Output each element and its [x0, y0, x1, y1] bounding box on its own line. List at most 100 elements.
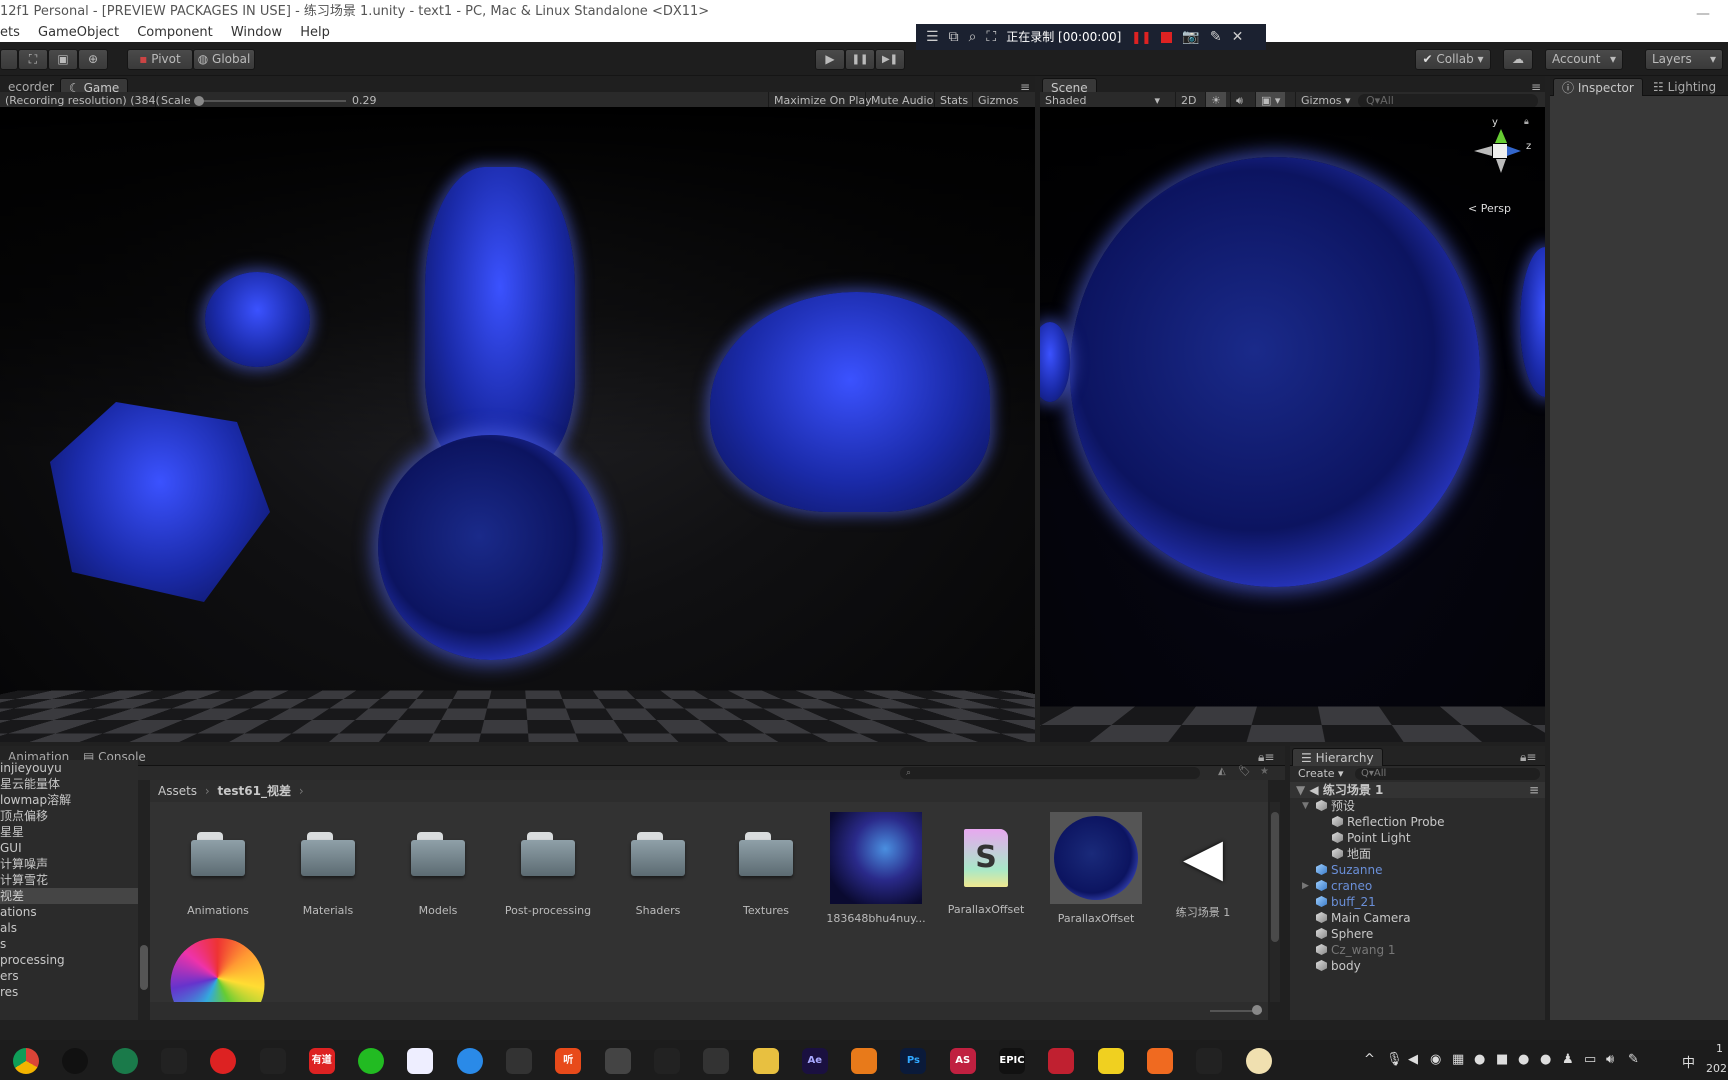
menu-assets[interactable]: ets: [0, 25, 20, 40]
project-tree-item[interactable]: als: [0, 920, 138, 936]
filter-type-icon[interactable]: ◭: [1218, 766, 1226, 777]
app-tray-icon[interactable]: ■: [1496, 1052, 1508, 1067]
camera-icon[interactable]: 📷: [1182, 24, 1199, 50]
taskbar-app-paw[interactable]: [160, 1048, 187, 1074]
network-icon[interactable]: ▭: [1584, 1052, 1596, 1067]
breadcrumb-assets[interactable]: Assets: [158, 784, 197, 798]
taskbar-app-netease-music[interactable]: [210, 1048, 237, 1074]
hierarchy-item[interactable]: body: [1316, 958, 1361, 974]
axis-y-cone[interactable]: [1495, 129, 1507, 143]
project-tree-item[interactable]: 视差: [0, 888, 138, 904]
taskbar-app-after-effects[interactable]: Ae: [801, 1048, 828, 1074]
unity-tray-icon[interactable]: ◀: [1408, 1052, 1418, 1067]
netease-tray-icon[interactable]: ◉: [1430, 1052, 1441, 1067]
project-search-input[interactable]: ⌕: [900, 767, 1200, 779]
expand-arrow-icon[interactable]: ▶: [1302, 878, 1309, 894]
taskbar-app-unreal[interactable]: [653, 1048, 680, 1074]
project-tree-item[interactable]: lowmap溶解: [0, 792, 138, 808]
asset-item[interactable]: ◀ 练习场景 1: [1153, 812, 1253, 920]
sphere-model-closeup[interactable]: [1070, 157, 1480, 587]
project-tree-item[interactable]: 顶点偏移: [0, 808, 138, 824]
tab-inspector[interactable]: ⓘ Inspector: [1553, 78, 1643, 96]
minimize-button[interactable]: —: [1696, 2, 1710, 26]
project-tree-item[interactable]: processing: [0, 952, 138, 968]
taskbar-app-explorer[interactable]: [752, 1048, 779, 1074]
project-tree-item[interactable]: injieyouyu: [0, 760, 138, 776]
taskbar-app-tool[interactable]: [703, 1048, 730, 1074]
taskbar-app-qq[interactable]: [259, 1048, 286, 1074]
taskbar-app-youdao[interactable]: 有道: [308, 1048, 335, 1074]
axis-x-cone[interactable]: [1474, 146, 1492, 156]
lock-icon[interactable]: 🔒︎: [1524, 117, 1529, 127]
taskbar-app-avatar[interactable]: [1245, 1048, 1272, 1074]
game-viewport[interactable]: [0, 107, 1035, 742]
scale-tool-button[interactable]: ⛶: [18, 49, 48, 70]
project-tree-item[interactable]: ers: [0, 968, 138, 984]
suzanne-model[interactable]: [205, 272, 310, 367]
asset-item[interactable]: Shaders: [608, 812, 708, 917]
asset-item[interactable]: S ParallaxOffset: [936, 812, 1036, 916]
skull-model[interactable]: [710, 292, 990, 512]
tab-lighting[interactable]: ☷ Lighting: [1645, 78, 1724, 96]
hierarchy-item[interactable]: Reflection Probe: [1332, 814, 1445, 830]
pause-icon[interactable]: ❚❚: [1131, 24, 1151, 50]
taskbar-app-ting[interactable]: 听: [555, 1048, 582, 1074]
taskbar-app-epic-games[interactable]: EPIC: [999, 1048, 1025, 1074]
ime-indicator[interactable]: 中: [1682, 1052, 1695, 1071]
taskbar-app-player[interactable]: [111, 1048, 138, 1074]
wechat-tray-icon[interactable]: ●: [1474, 1052, 1485, 1067]
expand-arrow-icon[interactable]: ▼: [1296, 783, 1305, 797]
hierarchy-item[interactable]: Cz_wang 1: [1316, 942, 1396, 958]
menu-window[interactable]: Window: [231, 25, 282, 40]
project-tree-item[interactable]: s: [0, 936, 138, 952]
window-icon[interactable]: ⧉: [949, 24, 959, 50]
hierarchy-search-input[interactable]: Q▾All: [1355, 768, 1540, 780]
taskbar-app-wechat[interactable]: [358, 1048, 385, 1074]
layers-dropdown[interactable]: Layers ▾: [1645, 49, 1723, 70]
pen-tray-icon[interactable]: ✎: [1628, 1052, 1639, 1067]
taskbar-app-player[interactable]: [1097, 1048, 1124, 1074]
zoom-slider-handle[interactable]: [1252, 1005, 1262, 1015]
pen-icon[interactable]: ✎: [1210, 24, 1222, 50]
asset-item[interactable]: Materials: [278, 812, 378, 917]
taskbar-app-blender[interactable]: [851, 1048, 878, 1074]
blue-tray-icon[interactable]: ●: [1540, 1052, 1551, 1067]
favorite-icon[interactable]: ★: [1260, 766, 1269, 777]
axis-z-cone[interactable]: [1507, 146, 1521, 156]
scene-gizmo[interactable]: y z 🔒︎: [1460, 117, 1540, 197]
taskbar-app-baidu-netdisk[interactable]: [407, 1048, 434, 1074]
clock-time[interactable]: 1: [1716, 1042, 1723, 1055]
region-icon[interactable]: ⌕: [969, 24, 977, 50]
taskbar-app-drop[interactable]: [604, 1048, 631, 1074]
rect-tool-button[interactable]: ▣: [48, 49, 78, 70]
collab-button[interactable]: ✔ Collab ▾: [1415, 49, 1491, 70]
menu-icon[interactable]: ☰: [926, 24, 939, 50]
create-dropdown[interactable]: Create ▾: [1298, 767, 1344, 780]
panel-menu-icon[interactable]: 🔒︎≡: [1512, 748, 1544, 766]
tree-scroll-thumb[interactable]: [140, 945, 148, 990]
volume-icon[interactable]: 🔊︎: [1606, 1052, 1614, 1067]
sphere-model[interactable]: [378, 435, 603, 660]
play-button[interactable]: ▶: [815, 49, 845, 70]
breadcrumb-folder[interactable]: test61_视差: [218, 784, 291, 798]
project-tree-item[interactable]: 计算噪声: [0, 856, 138, 872]
step-button[interactable]: ▶❚: [875, 49, 905, 70]
rotate-tool-button[interactable]: [0, 49, 18, 70]
menu-gameobject[interactable]: GameObject: [38, 25, 119, 40]
scale-slider[interactable]: [198, 100, 346, 102]
project-tree-item[interactable]: 计算雪花: [0, 872, 138, 888]
asset-item[interactable]: Animations: [168, 812, 268, 917]
scene-search-input[interactable]: Q▾All: [1358, 94, 1538, 108]
character-model[interactable]: [425, 167, 575, 467]
scene-viewport[interactable]: y z 🔒︎ < Persp: [1040, 107, 1545, 742]
taskbar-app-tiles[interactable]: [506, 1048, 532, 1074]
taskbar-app-pixso[interactable]: [1146, 1048, 1173, 1074]
scale-slider-handle[interactable]: [194, 96, 204, 106]
panel-menu-icon[interactable]: 🔒︎≡: [1250, 748, 1282, 766]
hierarchy-item[interactable]: Suzanne: [1316, 862, 1382, 878]
tab-hierarchy[interactable]: ☰ Hierarchy: [1292, 748, 1383, 766]
asset-scrollbar[interactable]: [1270, 802, 1280, 1002]
hierarchy-item[interactable]: buff_21: [1316, 894, 1376, 910]
expand-arrow-icon[interactable]: ▼: [1302, 798, 1309, 814]
hierarchy-item[interactable]: ▶ craneo: [1302, 878, 1372, 894]
